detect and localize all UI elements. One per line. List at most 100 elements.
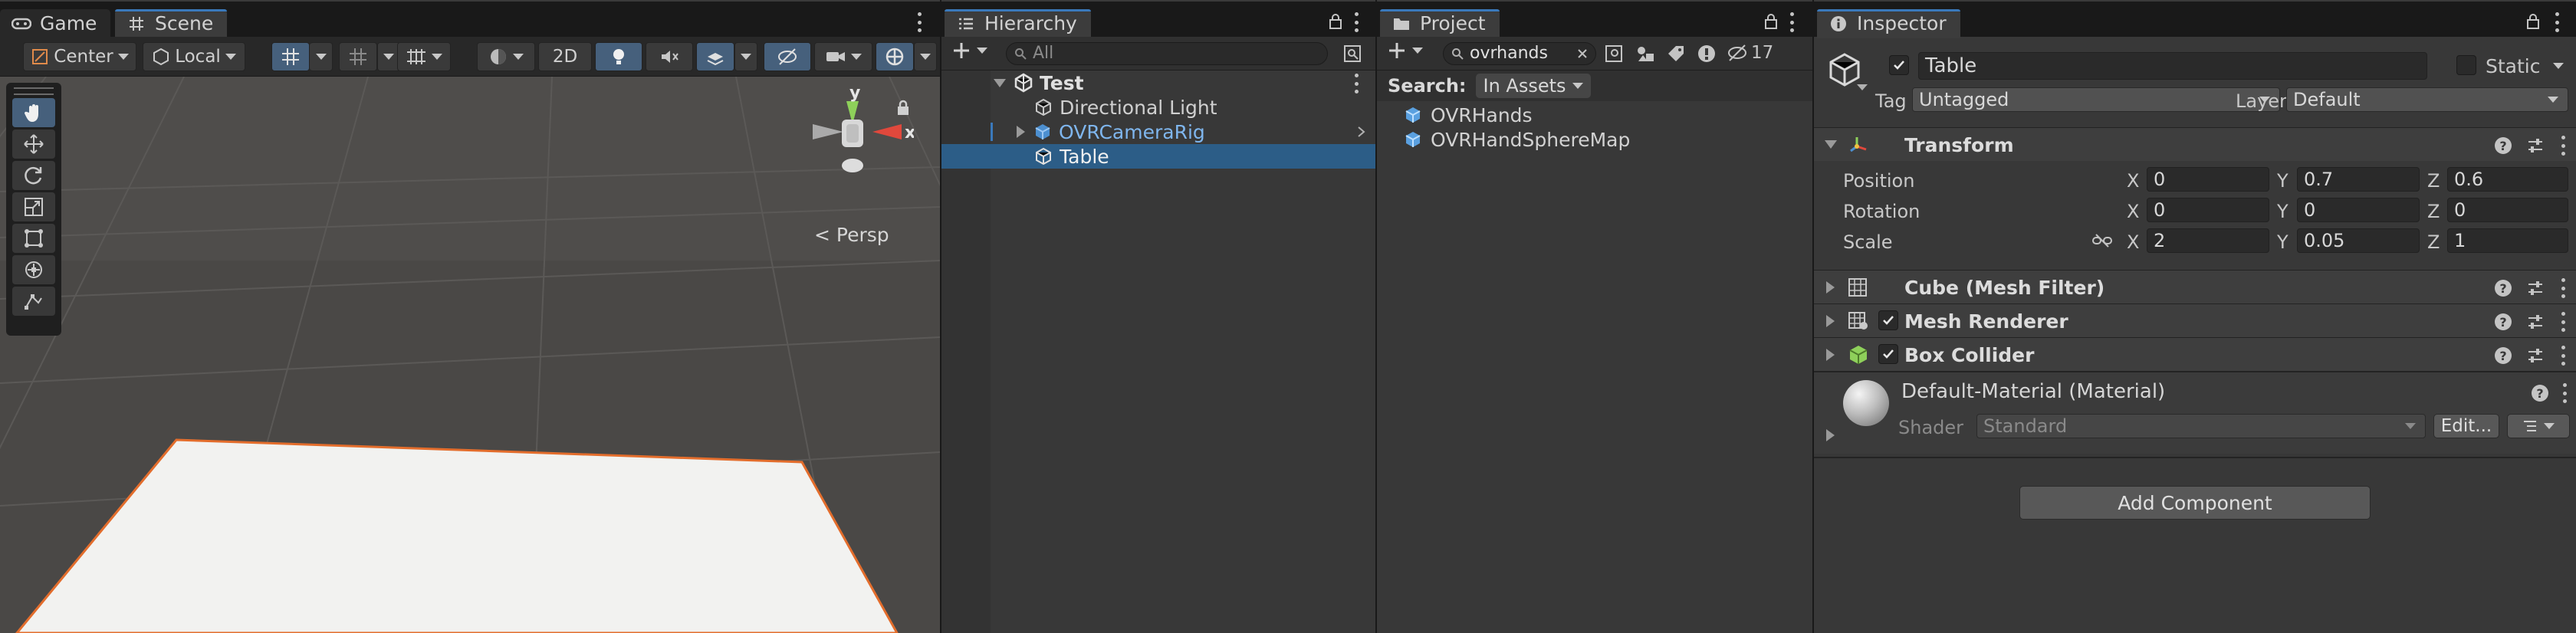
- effects-toggle[interactable]: [696, 42, 734, 71]
- shading-mode-button[interactable]: [477, 42, 535, 71]
- clear-search-icon[interactable]: [1577, 48, 1588, 59]
- palette-grip[interactable]: [14, 87, 54, 95]
- lighting-toggle[interactable]: [595, 42, 642, 71]
- lock-icon[interactable]: [2522, 11, 2544, 32]
- hierarchy-row-scene[interactable]: Test: [941, 71, 1375, 95]
- projection-toggle[interactable]: < Persp: [814, 224, 889, 246]
- hierarchy-row-directional-light[interactable]: Directional Light: [941, 95, 1375, 120]
- move-tool-button[interactable]: [12, 130, 55, 159]
- help-icon[interactable]: ?: [2495, 347, 2512, 364]
- gizmo-lock-icon[interactable]: [895, 100, 911, 116]
- custom-tool-button[interactable]: [12, 287, 55, 316]
- fold-open-icon[interactable]: [1825, 140, 1837, 149]
- transform-tool-button[interactable]: [12, 255, 55, 284]
- scene-search-icon[interactable]: [1342, 43, 1363, 64]
- tab-hierarchy[interactable]: Hierarchy: [945, 9, 1091, 38]
- grid-snap-dropdown[interactable]: [310, 42, 333, 71]
- search-scene-icon[interactable]: [1604, 43, 1625, 64]
- help-icon[interactable]: ?: [2495, 313, 2512, 330]
- static-checkbox[interactable]: [2456, 55, 2476, 75]
- presets-sliders-icon[interactable]: [2527, 280, 2544, 297]
- hidden-objects-toggle[interactable]: [764, 42, 811, 71]
- rotation-z-input[interactable]: 0: [2447, 198, 2568, 222]
- inspector-menu-icon[interactable]: [2553, 12, 2561, 32]
- asset-item[interactable]: OVRHands: [1403, 103, 1533, 127]
- tab-inspector[interactable]: Inspector: [1817, 9, 1960, 38]
- project-menu-icon[interactable]: [1788, 12, 1796, 32]
- rotation-x-input[interactable]: 0: [2147, 198, 2269, 222]
- project-search-input[interactable]: ovrhands: [1443, 42, 1596, 65]
- link-broken-icon[interactable]: [2091, 231, 2113, 250]
- shader-options-dropdown[interactable]: [2507, 414, 2570, 438]
- scene-viewport[interactable]: y x < Persp: [0, 77, 940, 633]
- fold-closed-icon[interactable]: [1826, 349, 1835, 361]
- help-icon[interactable]: ?: [2495, 137, 2512, 154]
- gizmos-dropdown[interactable]: [914, 42, 937, 71]
- hierarchy-search-input[interactable]: All: [1006, 42, 1328, 65]
- hierarchy-row-table[interactable]: Table: [941, 144, 1375, 169]
- object-name-input[interactable]: Table: [1918, 52, 2427, 80]
- space-dropdown[interactable]: Local: [143, 42, 245, 71]
- rect-tool-button[interactable]: [12, 224, 55, 253]
- audio-toggle[interactable]: [646, 42, 693, 71]
- component-menu-icon[interactable]: [2559, 312, 2567, 332]
- active-checkbox[interactable]: [1889, 55, 1909, 75]
- position-x-input[interactable]: 0: [2147, 167, 2269, 192]
- static-dropdown-caret[interactable]: [2553, 63, 2564, 69]
- icon-dropdown-caret[interactable]: [1857, 84, 1868, 90]
- mesh-filter-header[interactable]: Cube (Mesh Filter) ?: [1814, 270, 2576, 303]
- fold-closed-icon[interactable]: [1826, 315, 1835, 327]
- presets-sliders-icon[interactable]: [2527, 137, 2544, 154]
- hidden-packages-toggle[interactable]: 17: [1727, 43, 1773, 63]
- chevron-right-icon[interactable]: [1357, 126, 1366, 138]
- scene-row-menu-icon[interactable]: [1352, 74, 1360, 93]
- layer-dropdown[interactable]: Default: [2286, 87, 2568, 112]
- box-collider-header[interactable]: Box Collider ?: [1814, 337, 2576, 371]
- material-menu-icon[interactable]: [2561, 383, 2568, 403]
- create-button[interactable]: [952, 41, 987, 60]
- mesh-renderer-enabled-checkbox[interactable]: [1878, 310, 1898, 330]
- tab-scene[interactable]: Scene: [115, 9, 228, 38]
- scale-z-input[interactable]: 1: [2447, 228, 2568, 253]
- hierarchy-row-ovrcamerarig[interactable]: OVRCameraRig: [941, 120, 1375, 144]
- pivot-dropdown[interactable]: Center: [23, 42, 136, 71]
- filter-by-type-icon[interactable]: [1635, 43, 1656, 64]
- rotate-tool-button[interactable]: [12, 161, 55, 190]
- view-tool-button[interactable]: [12, 98, 55, 127]
- transform-header[interactable]: Transform ?: [1814, 127, 2576, 161]
- material-preview-sphere[interactable]: [1843, 380, 1889, 426]
- table-object[interactable]: [0, 77, 940, 633]
- project-create-button[interactable]: [1388, 41, 1423, 60]
- component-menu-icon[interactable]: [2559, 136, 2567, 156]
- position-y-input[interactable]: 0.7: [2297, 167, 2420, 192]
- log-type-icon[interactable]: [1696, 43, 1717, 64]
- tab-project[interactable]: Project: [1380, 9, 1500, 38]
- tag-dropdown[interactable]: Untagged: [1912, 87, 2280, 112]
- increment-snap-button[interactable]: [339, 42, 377, 71]
- position-z-input[interactable]: 0.6: [2447, 167, 2568, 192]
- gizmos-toggle[interactable]: [876, 42, 914, 71]
- help-icon[interactable]: ?: [2532, 385, 2548, 402]
- effects-dropdown[interactable]: [734, 42, 757, 71]
- scale-x-input[interactable]: 2: [2147, 228, 2269, 253]
- fold-closed-icon[interactable]: [1017, 126, 1025, 138]
- fold-open-icon[interactable]: [994, 78, 1006, 87]
- presets-sliders-icon[interactable]: [2527, 347, 2544, 364]
- grid-snap-button[interactable]: [271, 42, 310, 71]
- mesh-renderer-header[interactable]: Mesh Renderer ?: [1814, 303, 2576, 337]
- lock-icon[interactable]: [1325, 11, 1346, 32]
- scale-y-input[interactable]: 0.05: [2297, 228, 2420, 253]
- mode-2d-button[interactable]: 2D: [538, 42, 592, 71]
- fold-closed-icon[interactable]: [1826, 281, 1835, 294]
- add-component-button[interactable]: Add Component: [2019, 486, 2371, 520]
- scene-menu-icon[interactable]: [915, 12, 923, 32]
- tab-game[interactable]: Game: [0, 9, 111, 38]
- asset-item[interactable]: OVRHandSphereMap: [1403, 127, 1630, 152]
- camera-settings-button[interactable]: [814, 42, 872, 71]
- shader-edit-button[interactable]: Edit...: [2433, 414, 2499, 438]
- rotation-y-input[interactable]: 0: [2297, 198, 2420, 222]
- hierarchy-menu-icon[interactable]: [1352, 12, 1360, 32]
- presets-sliders-icon[interactable]: [2527, 313, 2544, 330]
- component-menu-icon[interactable]: [2559, 346, 2567, 366]
- search-scope-dropdown[interactable]: In Assets: [1475, 74, 1591, 98]
